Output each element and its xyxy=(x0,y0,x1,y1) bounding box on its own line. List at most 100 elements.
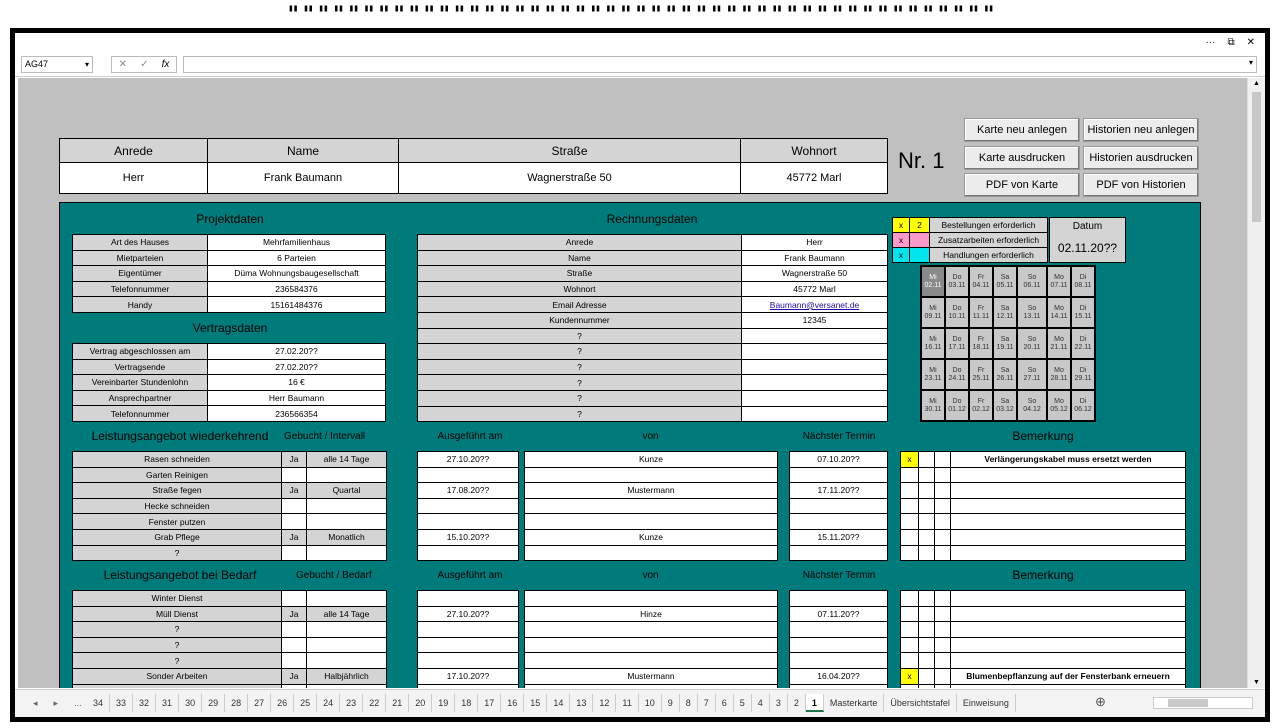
calendar-day[interactable]: Mo 07.11 xyxy=(1046,265,1072,298)
flag-pink[interactable] xyxy=(918,451,935,468)
row-value[interactable]: 236566354 xyxy=(207,405,386,422)
executed-by[interactable] xyxy=(524,652,778,669)
executed-date[interactable]: 17.10.20?? xyxy=(417,667,519,685)
executed-by[interactable] xyxy=(524,683,778,688)
scroll-up-icon[interactable]: ▲ xyxy=(1253,80,1260,87)
tab-sheet[interactable]: 1 xyxy=(805,694,824,712)
tab-sheet[interactable]: 10 xyxy=(639,694,662,712)
next-date[interactable]: 07.10.20?? xyxy=(789,451,888,468)
flag-cyan[interactable] xyxy=(934,466,951,484)
flag-cyan[interactable] xyxy=(934,621,951,638)
row-value[interactable]: 45772 Marl xyxy=(741,280,888,298)
tab-sheet[interactable]: 22 xyxy=(363,694,387,712)
flag-yellow[interactable] xyxy=(900,528,919,546)
service-gebucht[interactable]: Ja xyxy=(281,605,307,623)
calendar-day[interactable]: Mi 23.11 xyxy=(920,358,946,391)
tab-sheet[interactable]: 15 xyxy=(524,694,548,712)
executed-date[interactable] xyxy=(417,636,519,654)
flag-yellow[interactable] xyxy=(900,590,919,607)
flag-yellow[interactable] xyxy=(900,636,919,654)
flag-cyan[interactable] xyxy=(934,513,951,530)
row-value[interactable]: 27.02.20?? xyxy=(207,343,386,360)
vertical-scrollbar[interactable]: ▲ ▼ xyxy=(1247,78,1265,688)
tab-prev-icon[interactable]: ◂ xyxy=(33,698,38,709)
executed-by[interactable]: Hinze xyxy=(524,605,778,623)
tab-sheet[interactable]: 26 xyxy=(271,694,295,712)
calendar-day[interactable]: Do 03.11 xyxy=(944,265,970,298)
remark[interactable] xyxy=(950,683,1186,688)
flag-cyan[interactable] xyxy=(934,667,951,685)
scroll-thumb[interactable] xyxy=(1252,92,1261,222)
next-date[interactable] xyxy=(789,683,888,688)
flag-yellow[interactable] xyxy=(900,466,919,484)
next-date[interactable] xyxy=(789,513,888,530)
flag-pink[interactable] xyxy=(918,513,935,530)
tab-sheet[interactable]: 9 xyxy=(662,694,680,712)
service-intervall[interactable]: alle 14 Tage xyxy=(306,451,387,468)
value-wohnort[interactable]: 45772 Marl xyxy=(740,162,888,194)
horizontal-scrollbar[interactable] xyxy=(1153,697,1253,709)
restore-icon[interactable]: ⧉ xyxy=(1227,37,1234,48)
more-options-icon[interactable]: ··· xyxy=(1205,37,1215,48)
service-gebucht[interactable] xyxy=(281,513,307,530)
remark[interactable] xyxy=(950,636,1186,654)
service-intervall[interactable] xyxy=(306,683,387,688)
tab-sheet[interactable]: 2 xyxy=(788,694,806,712)
service-intervall[interactable] xyxy=(306,652,387,669)
executed-date[interactable] xyxy=(417,652,519,669)
executed-date[interactable] xyxy=(417,590,519,607)
service-intervall[interactable] xyxy=(306,544,387,562)
calendar-day[interactable]: Sa 03.12 xyxy=(992,389,1018,422)
flag-cyan[interactable] xyxy=(934,652,951,669)
calendar-day[interactable]: So 20.11 xyxy=(1016,327,1048,360)
row-value[interactable]: 6 Parteien xyxy=(207,249,386,267)
calendar-day[interactable]: Mi 09.11 xyxy=(920,296,946,329)
calendar-day[interactable]: So 13.11 xyxy=(1016,296,1048,329)
row-value[interactable] xyxy=(741,405,888,423)
new-history-button[interactable]: Historien neu anlegen xyxy=(1083,118,1199,142)
remark[interactable] xyxy=(950,528,1186,546)
tab-sheet[interactable]: 34 xyxy=(87,694,111,712)
executed-date[interactable]: 27.10.20?? xyxy=(417,605,519,623)
flag-yellow[interactable] xyxy=(900,683,919,688)
flag-cyan[interactable] xyxy=(934,528,951,546)
calendar-day[interactable]: Mo 21.11 xyxy=(1046,327,1072,360)
service-intervall[interactable]: Monatlich xyxy=(306,528,387,546)
print-history-button[interactable]: Historien ausdrucken xyxy=(1083,146,1199,170)
flag-yellow[interactable] xyxy=(900,482,919,499)
flag-pink[interactable] xyxy=(918,497,935,515)
flag-pink[interactable] xyxy=(918,667,935,685)
flag-pink[interactable] xyxy=(918,528,935,546)
tab-sheet[interactable]: 12 xyxy=(593,694,617,712)
executed-by[interactable]: Mustermann xyxy=(524,667,778,685)
executed-date[interactable]: 17.08.20?? xyxy=(417,482,519,499)
calendar-day[interactable]: Mo 28.11 xyxy=(1046,358,1072,391)
service-gebucht[interactable] xyxy=(281,683,307,688)
executed-date[interactable] xyxy=(417,497,519,515)
next-date[interactable]: 15.11.20?? xyxy=(789,528,888,546)
tab-sheet[interactable]: 16 xyxy=(501,694,525,712)
next-date[interactable] xyxy=(789,590,888,607)
next-date[interactable] xyxy=(789,497,888,515)
service-gebucht[interactable]: Ja xyxy=(281,451,307,468)
executed-by[interactable] xyxy=(524,621,778,638)
service-gebucht[interactable] xyxy=(281,497,307,515)
cancel-icon[interactable]: ✕ xyxy=(119,59,127,70)
service-intervall[interactable]: Quartal xyxy=(306,482,387,499)
next-date[interactable]: 16.04.20?? xyxy=(789,667,888,685)
add-sheet-icon[interactable]: ⊕ xyxy=(1095,694,1106,710)
tab-sheet[interactable]: 27 xyxy=(248,694,272,712)
service-gebucht[interactable]: Ja xyxy=(281,528,307,546)
flag-pink[interactable] xyxy=(918,683,935,688)
tab-sheet[interactable]: 18 xyxy=(455,694,479,712)
flag-yellow[interactable] xyxy=(900,497,919,515)
executed-by[interactable] xyxy=(524,497,778,515)
executed-date[interactable]: 15.10.20?? xyxy=(417,528,519,546)
row-value[interactable]: Frank Baumann xyxy=(741,249,888,267)
executed-by[interactable] xyxy=(524,466,778,484)
remark[interactable] xyxy=(950,621,1186,638)
calendar-day[interactable]: Di 08.11 xyxy=(1070,265,1096,298)
executed-date[interactable] xyxy=(417,621,519,638)
service-intervall[interactable]: Halbjährlich xyxy=(306,667,387,685)
flag-yellow[interactable] xyxy=(900,621,919,638)
